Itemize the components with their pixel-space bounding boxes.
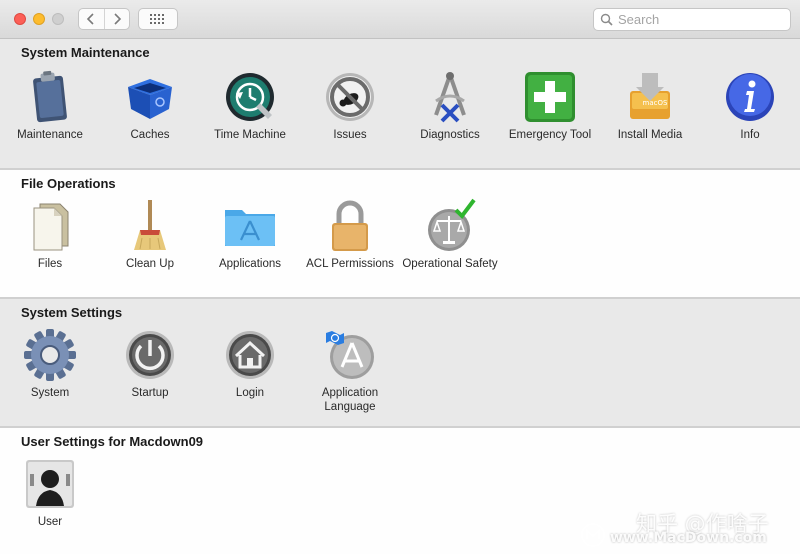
item-operational-safety[interactable]: Operational Safety — [400, 198, 500, 271]
section-title: File Operations — [21, 176, 116, 191]
item-login[interactable]: Login — [200, 327, 300, 400]
gear-icon — [24, 329, 76, 381]
item-caches[interactable]: Caches — [100, 69, 200, 142]
item-label: Startup — [131, 387, 169, 399]
app-window: Search System Maintenance Maintenance Ca… — [0, 0, 800, 554]
item-label: Application Language — [321, 387, 379, 413]
item-label: Diagnostics — [420, 129, 480, 141]
watermark: 知乎 @作啥子 www.MacDown.com — [580, 508, 795, 548]
item-emergency-tool[interactable]: Emergency Tool — [500, 69, 600, 142]
first-aid-icon — [525, 72, 575, 122]
section-system-maintenance: System Maintenance Maintenance Caches Ti… — [0, 39, 800, 168]
power-icon — [126, 331, 174, 379]
item-clean-up[interactable]: Clean Up — [100, 198, 200, 271]
item-label: Clean Up — [126, 258, 174, 270]
item-label: System — [30, 387, 70, 399]
watermark-url: www.MacDown.com — [610, 530, 767, 546]
app-store-globe-icon — [326, 331, 374, 379]
section-title: System Settings — [21, 305, 123, 320]
broom-icon — [134, 200, 166, 250]
documents-icon — [33, 203, 69, 251]
item-user[interactable]: User — [0, 456, 100, 529]
item-label: Emergency Tool — [508, 129, 592, 141]
item-label: Issues — [333, 129, 367, 141]
item-system[interactable]: System — [0, 327, 100, 400]
item-applications[interactable]: Applications — [200, 198, 300, 271]
item-label: Operational Safety — [402, 258, 498, 270]
search-icon — [600, 13, 613, 26]
back-button[interactable] — [79, 9, 104, 29]
item-label: User — [37, 516, 63, 528]
item-maintenance[interactable]: Maintenance — [0, 69, 100, 142]
install-media-badge: macOS — [643, 99, 668, 107]
item-label: Applications — [218, 258, 281, 270]
item-diagnostics[interactable]: Diagnostics — [400, 69, 500, 142]
user-silhouette-icon — [26, 460, 74, 508]
item-acl-permissions[interactable]: ACL Permissions — [300, 198, 400, 271]
chevron-right-icon — [114, 13, 121, 25]
info-icon — [726, 73, 774, 121]
section-file-operations: File Operations Files Clean Up Applicati… — [0, 170, 800, 297]
no-bug-icon — [326, 73, 374, 121]
item-info[interactable]: Info — [700, 69, 800, 142]
padlock-icon — [332, 200, 368, 251]
item-install-media[interactable]: macOS Install Media — [600, 69, 700, 142]
show-all-button[interactable] — [138, 8, 178, 30]
scales-check-icon — [428, 198, 476, 251]
item-label: Maintenance — [17, 129, 83, 141]
section-title: System Maintenance — [21, 45, 150, 60]
toolbar: Search — [0, 0, 800, 39]
section-title: User Settings for Macdown09 — [21, 434, 204, 449]
item-label: Install Media — [617, 129, 683, 141]
applications-folder-icon — [225, 210, 275, 246]
search-field[interactable]: Search — [593, 8, 791, 31]
navigation-buttons — [78, 8, 130, 30]
forward-button[interactable] — [103, 9, 130, 29]
macdown-logo-icon — [581, 523, 605, 547]
caliper-icon — [434, 72, 466, 123]
zoom-window-button[interactable] — [52, 13, 64, 25]
chevron-left-icon — [87, 13, 94, 25]
item-files[interactable]: Files — [0, 198, 100, 271]
search-placeholder: Search — [618, 12, 660, 27]
item-application-language[interactable]: Application Language — [300, 327, 400, 414]
time-machine-icon — [226, 73, 274, 121]
item-startup[interactable]: Startup — [100, 327, 200, 400]
item-label: Files — [37, 258, 63, 270]
minimize-window-button[interactable] — [33, 13, 45, 25]
item-issues[interactable]: Issues — [300, 69, 400, 142]
item-label: ACL Permissions — [306, 258, 394, 270]
item-label: Info — [740, 129, 760, 141]
item-label: Time Machine — [214, 129, 286, 141]
home-icon — [226, 331, 274, 379]
recycle-bin-icon — [128, 79, 172, 119]
grid-icon — [150, 14, 164, 24]
item-label: Login — [235, 387, 265, 399]
section-system-settings: System Settings System Startup Login App… — [0, 299, 800, 426]
item-label: Caches — [130, 129, 170, 141]
install-drive-icon: macOS — [630, 73, 670, 119]
clipboard-icon — [33, 70, 67, 123]
item-time-machine[interactable]: Time Machine — [200, 69, 300, 142]
close-window-button[interactable] — [14, 13, 26, 25]
